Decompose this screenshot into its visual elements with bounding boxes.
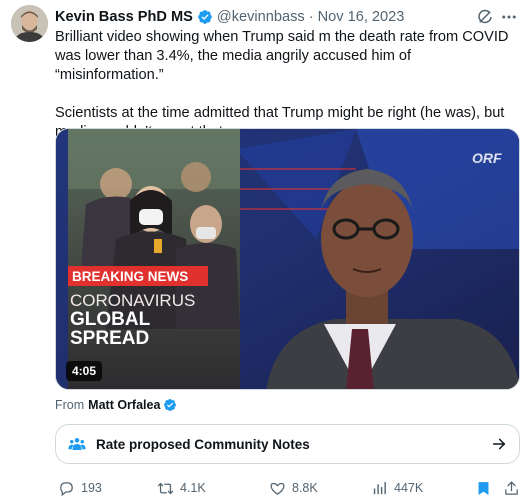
header-separator: · xyxy=(308,9,314,25)
spread-label: SPREAD xyxy=(70,328,149,349)
views-count: 447K xyxy=(394,481,424,495)
from-prefix: From xyxy=(55,398,85,412)
tweet-date[interactable]: Nov 16, 2023 xyxy=(318,9,405,25)
reply-icon xyxy=(60,481,73,496)
author-handle[interactable]: @kevinnbass xyxy=(217,9,305,25)
community-notes-button[interactable]: Rate proposed Community Notes xyxy=(55,424,520,464)
video-attribution: From Matt Orfalea xyxy=(55,398,177,412)
share-button[interactable] xyxy=(503,480,520,497)
reply-count: 193 xyxy=(81,481,102,495)
tweet-header: Kevin Bass PhD MS @kevinnbass · Nov 16, … xyxy=(55,7,518,27)
retweet-icon xyxy=(157,482,174,494)
channel-logo: ORF xyxy=(472,150,502,166)
share-icon xyxy=(505,480,518,495)
bookmark-icon xyxy=(478,481,489,495)
verified-icon[interactable] xyxy=(197,9,213,25)
avatar-image xyxy=(11,5,48,42)
like-count: 8.8K xyxy=(292,481,318,495)
reply-button[interactable]: 193 xyxy=(58,480,102,497)
author-name[interactable]: Kevin Bass PhD MS xyxy=(55,9,193,25)
more-icon[interactable] xyxy=(500,8,518,26)
views-button[interactable]: 447K xyxy=(371,480,423,497)
bookmark-button[interactable] xyxy=(475,480,492,497)
global-label: GLOBAL xyxy=(70,309,151,330)
avatar[interactable] xyxy=(11,5,48,42)
views-icon xyxy=(373,481,386,494)
tweet-text: Brilliant video showing when Trump said … xyxy=(55,28,520,142)
video-duration: 4:05 xyxy=(66,361,103,381)
video-thumbnail: BREAKING NEWS CORONAVIRUS GLOBAL SPREAD … xyxy=(56,129,519,389)
retweet-count: 4.1K xyxy=(180,481,206,495)
verified-icon xyxy=(163,398,177,412)
breaking-news-label: BREAKING NEWS xyxy=(72,269,188,284)
grok-icon[interactable] xyxy=(476,8,494,26)
from-author-name[interactable]: Matt Orfalea xyxy=(88,398,160,412)
community-notes-label: Rate proposed Community Notes xyxy=(96,436,310,452)
people-icon xyxy=(68,435,86,453)
retweet-button[interactable]: 4.1K xyxy=(157,480,206,497)
video-player[interactable]: BREAKING NEWS CORONAVIRUS GLOBAL SPREAD … xyxy=(55,128,520,390)
like-icon xyxy=(270,482,285,495)
coronavirus-label: CORONAVIRUS xyxy=(70,291,195,310)
arrow-right-icon xyxy=(491,436,507,452)
like-button[interactable]: 8.8K xyxy=(269,480,318,497)
tweet-paragraph-1: Brilliant video showing when Trump said … xyxy=(55,29,509,83)
action-bar: 193 4.1K 8.8K 447K xyxy=(55,478,525,498)
